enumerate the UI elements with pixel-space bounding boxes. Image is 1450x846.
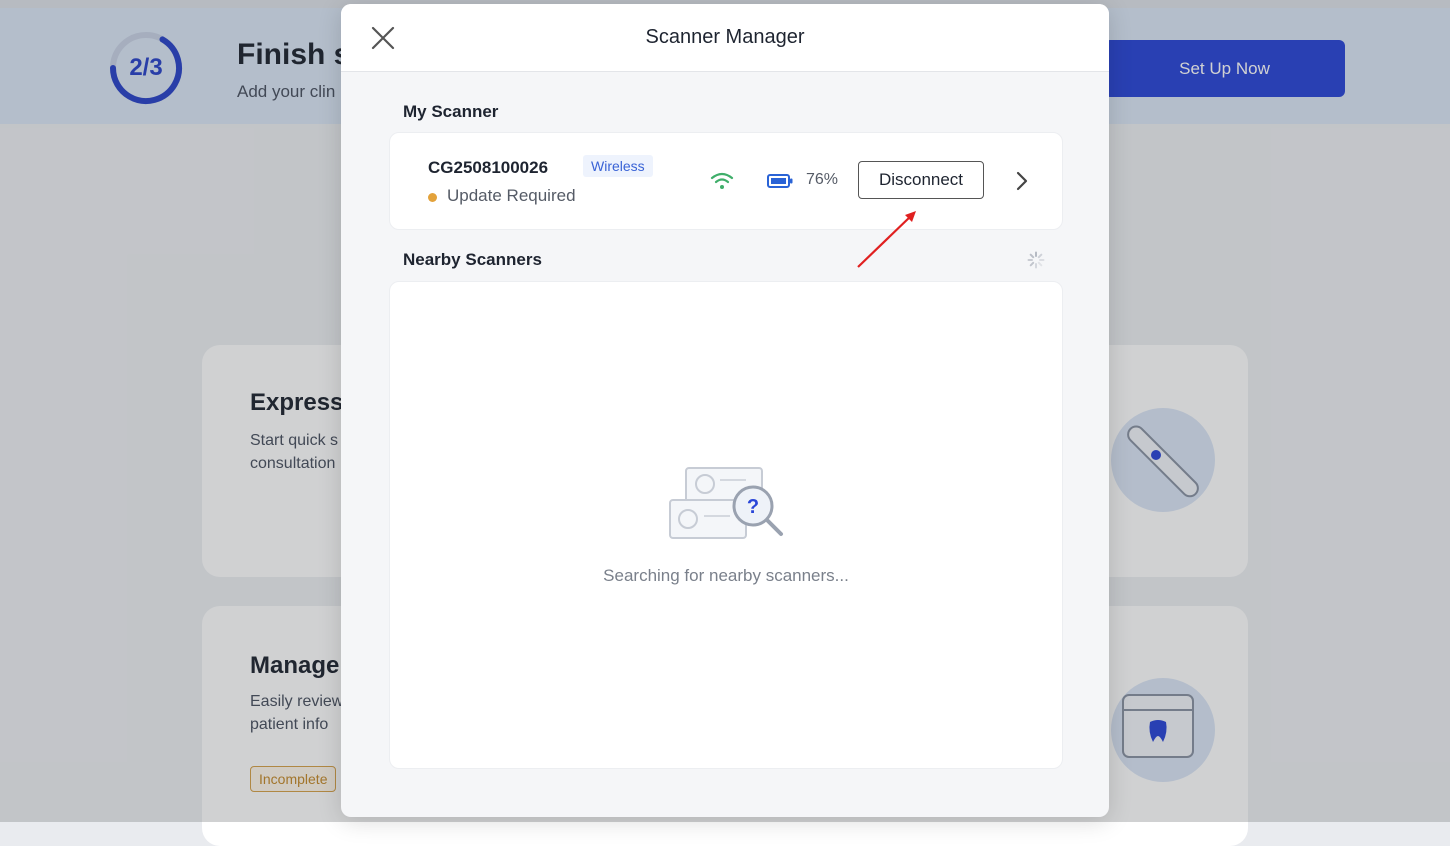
dialog-title: Scanner Manager [645, 26, 805, 48]
nearby-scanners-panel: ? Searching for nearby scanners... [389, 281, 1063, 769]
wifi-icon [710, 172, 734, 189]
my-scanner-heading: My Scanner [403, 102, 499, 121]
dialog-header: Scanner Manager [341, 4, 1109, 72]
battery-percentage: 76% [806, 171, 839, 188]
disconnect-button[interactable]: Disconnect [858, 161, 984, 199]
status-dot-icon [428, 193, 437, 202]
searching-illustration-icon: ? [669, 467, 783, 539]
chevron-right-icon[interactable] [1014, 170, 1030, 192]
spinner-icon [1027, 251, 1045, 269]
my-scanner-card[interactable]: CG2508100026 Wireless Update Required 76… [389, 132, 1063, 230]
searching-status-text: Searching for nearby scanners... [603, 566, 849, 585]
battery-icon [767, 174, 793, 188]
annotation-arrow-icon [857, 211, 916, 268]
connection-badge: Wireless [583, 155, 653, 177]
svg-text:?: ? [747, 496, 759, 518]
scanner-serial: CG2508100026 [428, 158, 549, 177]
nearby-scanners-heading: Nearby Scanners [403, 250, 542, 269]
scanner-status: Update Required [447, 186, 576, 205]
scanner-manager-dialog: Scanner Manager My Scanner CG2508100026 … [341, 4, 1109, 817]
